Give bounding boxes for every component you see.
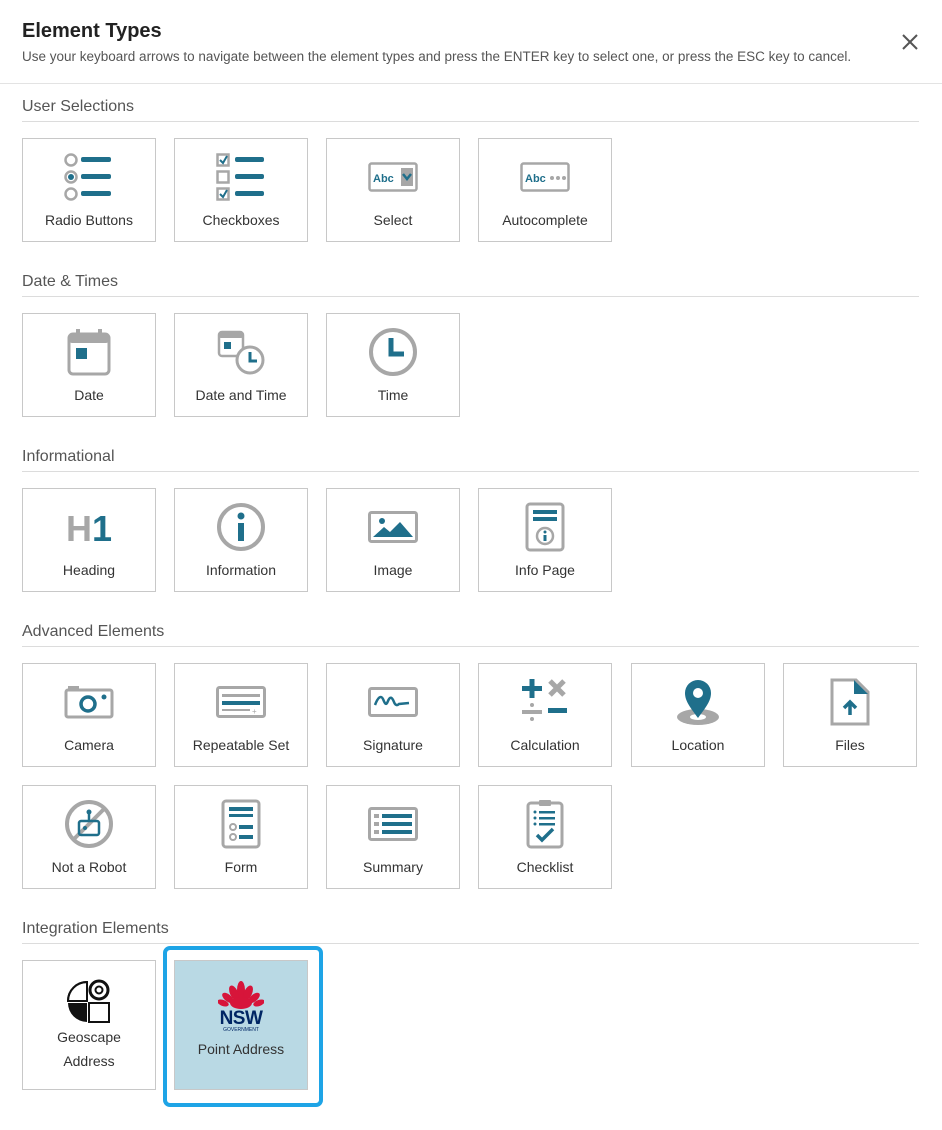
tile-label: Location <box>671 737 725 753</box>
nsw-government-subtext: GOVERNMENT <box>223 1026 259 1033</box>
calculation-icon <box>522 679 567 721</box>
svg-text:Abc: Abc <box>373 173 394 185</box>
location-pin-icon <box>677 680 719 725</box>
tile-label: Checklist <box>516 859 574 875</box>
summary-icon <box>368 807 418 841</box>
tile-label: Files <box>835 737 865 753</box>
tile-image[interactable]: Image <box>326 488 460 592</box>
checklist-icon <box>526 800 564 849</box>
tile-label: Information <box>205 562 277 578</box>
form-icon <box>221 799 261 849</box>
tile-label: Time <box>377 387 409 403</box>
radio-buttons-icon <box>64 153 111 201</box>
select-icon: Abc <box>368 162 418 192</box>
info-icon <box>217 503 265 551</box>
tile-label: Camera <box>64 737 114 753</box>
not-a-robot-icon <box>65 800 113 848</box>
section-title: Advanced Elements <box>22 622 919 647</box>
tile-label: Point Address <box>197 1041 285 1057</box>
section-integration-elements: Integration Elements Geoscape Address NS… <box>22 919 919 1090</box>
calendar-icon <box>67 329 111 376</box>
tile-label: Image <box>373 562 413 578</box>
tile-label: Signature <box>363 737 423 753</box>
svg-text:Abc: Abc <box>525 173 546 185</box>
tile-checklist[interactable]: Checklist <box>478 785 612 889</box>
tile-radio-buttons[interactable]: Radio Buttons <box>22 138 156 242</box>
tile-label: Not a Robot <box>51 859 127 875</box>
tile-label-line: Geoscape <box>57 1029 121 1045</box>
signature-icon <box>368 687 418 717</box>
tile-calculation[interactable]: Calculation <box>478 663 612 767</box>
tile-camera[interactable]: Camera <box>22 663 156 767</box>
tile-info-page[interactable]: Info Page <box>478 488 612 592</box>
dialog-subtitle: Use your keyboard arrows to navigate bet… <box>22 49 852 64</box>
tile-label: Geoscape Address <box>27 1025 151 1073</box>
heading-icon: H 1 <box>66 508 112 547</box>
tile-label: Select <box>373 212 413 228</box>
geoscape-logo-icon <box>66 979 110 1023</box>
section-title: Informational <box>22 447 919 472</box>
svg-text:H: H <box>66 508 92 547</box>
section-title: Date & Times <box>22 272 919 297</box>
close-button[interactable] <box>896 28 924 56</box>
tile-label: Date <box>74 387 104 403</box>
svg-text:1: 1 <box>92 508 112 547</box>
tile-label: Radio Buttons <box>45 212 133 228</box>
section-title: User Selections <box>22 97 919 122</box>
tile-files[interactable]: Files <box>783 663 917 767</box>
tile-information[interactable]: Information <box>174 488 308 592</box>
tile-label: Heading <box>62 562 116 578</box>
close-icon <box>902 34 918 50</box>
tile-date-and-time[interactable]: Date and Time <box>174 313 308 417</box>
tile-heading[interactable]: H 1 Heading <box>22 488 156 592</box>
tile-geoscape-address[interactable]: Geoscape Address <box>22 960 156 1090</box>
tile-time[interactable]: Time <box>326 313 460 417</box>
section-user-selections: User Selections Radio Buttons Checkboxes… <box>22 97 919 242</box>
dialog-title: Element Types <box>22 20 162 42</box>
section-advanced-elements: Advanced Elements Camera + Repeatable Se… <box>22 622 919 889</box>
tile-label: Repeatable Set <box>192 737 290 753</box>
tile-location[interactable]: Location <box>631 663 765 767</box>
section-informational: Informational H 1 Heading Information Im… <box>22 447 919 592</box>
tile-signature[interactable]: Signature <box>326 663 460 767</box>
section-date-times: Date & Times Date Date and Time Time <box>22 272 919 417</box>
tile-autocomplete[interactable]: Abc Autocomplete <box>478 138 612 242</box>
tile-point-address[interactable]: NSW GOVERNMENT Point Address <box>174 960 308 1090</box>
checkboxes-icon <box>216 153 264 201</box>
tile-select[interactable]: Abc Select <box>326 138 460 242</box>
info-page-icon <box>525 502 565 552</box>
autocomplete-icon: Abc <box>520 162 570 192</box>
tile-date[interactable]: Date <box>22 313 156 417</box>
nsw-waratah-icon <box>218 980 264 1009</box>
tile-label: Calculation <box>510 737 580 753</box>
tile-label: Date and Time <box>195 387 287 403</box>
tile-label: Summary <box>363 859 423 875</box>
tile-not-a-robot[interactable]: Not a Robot <box>22 785 156 889</box>
tile-checkboxes[interactable]: Checkboxes <box>174 138 308 242</box>
svg-text:+: + <box>252 707 257 716</box>
date-time-icon <box>217 330 265 375</box>
file-upload-icon <box>830 678 870 726</box>
repeatable-set-icon: + <box>216 686 266 718</box>
dialog-header: Element Types Use your keyboard arrows t… <box>0 0 942 84</box>
clock-icon <box>369 328 417 376</box>
camera-icon <box>64 686 114 719</box>
tile-label: Form <box>224 859 258 875</box>
nsw-government-logo-icon: NSW <box>219 1007 263 1029</box>
tile-label: Info Page <box>515 562 575 578</box>
tile-summary[interactable]: Summary <box>326 785 460 889</box>
tile-label: Autocomplete <box>502 212 588 228</box>
tile-repeatable-set[interactable]: + Repeatable Set <box>174 663 308 767</box>
tile-label: Checkboxes <box>202 212 280 228</box>
tile-label-line: Address <box>63 1053 115 1069</box>
image-icon <box>368 511 418 543</box>
tile-form[interactable]: Form <box>174 785 308 889</box>
section-title: Integration Elements <box>22 919 919 944</box>
